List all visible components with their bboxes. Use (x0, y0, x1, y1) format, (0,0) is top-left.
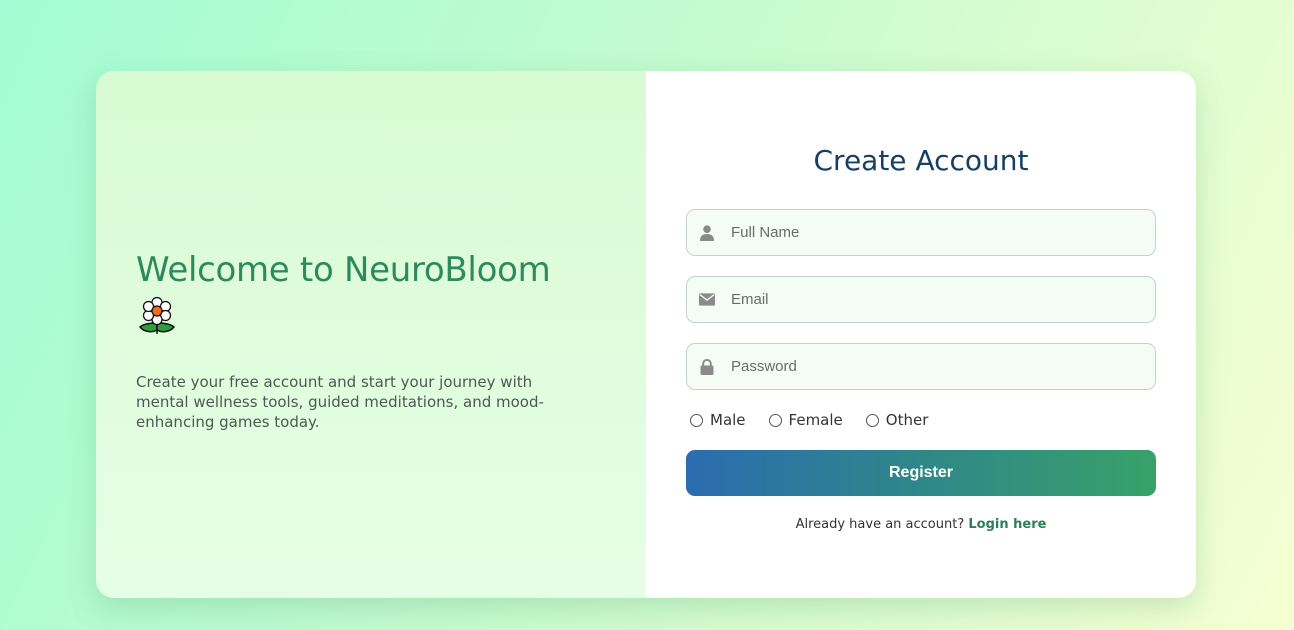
gender-radio-group: Male Female Other (690, 411, 951, 429)
radio-male[interactable] (690, 413, 703, 427)
gender-option-female[interactable]: Female (768, 411, 843, 429)
welcome-title: Welcome to NeuroBloom (136, 250, 551, 290)
full-name-input[interactable] (731, 210, 1151, 255)
form-panel: Create Account Full Name Email Male Fema… (646, 71, 1196, 598)
user-icon (699, 224, 715, 241)
radio-female[interactable] (768, 413, 782, 427)
full-name-field[interactable] (686, 209, 1156, 256)
email-input[interactable] (731, 277, 1151, 322)
gender-option-other[interactable]: Other (865, 411, 929, 429)
email-field[interactable] (686, 276, 1156, 323)
radio-other[interactable] (865, 413, 879, 427)
form-title: Create Account (813, 144, 1029, 177)
welcome-panel: Welcome to NeuroBloom Create your free a… (96, 71, 646, 598)
flower-icon (138, 296, 176, 338)
register-card: Welcome to NeuroBloom Create your free a… (96, 71, 1196, 598)
gender-label-male: Male (710, 411, 746, 429)
register-button[interactable]: Register (686, 450, 1156, 496)
lock-icon (699, 358, 715, 375)
gender-label-female: Female (788, 411, 843, 429)
gender-label-other: Other (885, 411, 929, 429)
envelope-icon (699, 292, 715, 308)
login-prompt-text: Already have an account? (795, 517, 965, 532)
welcome-description: Create your free account and start your … (136, 373, 544, 431)
login-prompt: Already have an account? Login here (646, 517, 1196, 532)
password-field[interactable] (686, 343, 1156, 390)
gender-option-male[interactable]: Male (690, 411, 746, 429)
password-input[interactable] (731, 344, 1151, 389)
login-link[interactable]: Login here (968, 517, 1046, 532)
